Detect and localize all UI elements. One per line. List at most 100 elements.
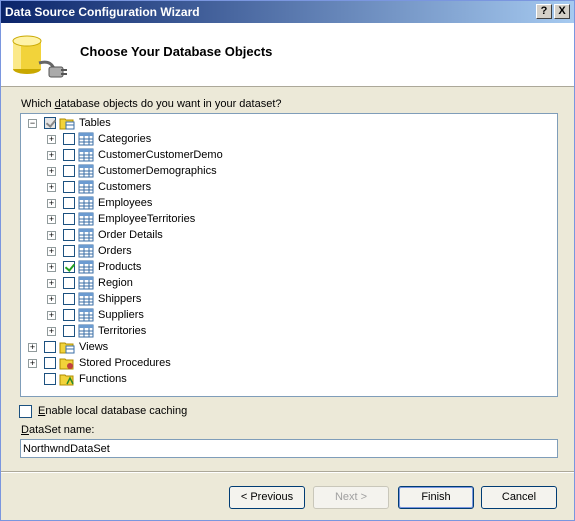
expand-toggle[interactable]: − — [28, 119, 37, 128]
node-label: Region — [98, 277, 133, 289]
node-checkbox[interactable] — [63, 133, 75, 145]
tree-node-table[interactable]: + Order Details — [21, 227, 551, 243]
tree-node-folder[interactable]: + Stored Procedures — [21, 355, 551, 371]
table-icon — [78, 276, 94, 290]
close-button[interactable]: X — [554, 4, 570, 19]
expand-toggle[interactable]: + — [47, 167, 56, 176]
database-objects-tree[interactable]: − Tables + Categories + CustomerCustomerDemo +… — [20, 113, 558, 397]
tree-node-table[interactable]: + Shippers — [21, 291, 551, 307]
table-icon — [78, 324, 94, 338]
expand-toggle[interactable]: + — [47, 215, 56, 224]
expand-toggle[interactable]: + — [47, 199, 56, 208]
node-label: Orders — [98, 245, 132, 257]
table-icon — [78, 196, 94, 210]
table-icon — [78, 164, 94, 178]
node-label: Customers — [98, 181, 152, 193]
node-label: Functions — [79, 373, 127, 385]
expand-toggle[interactable]: + — [47, 279, 56, 288]
tree-node-table[interactable]: + CustomerDemographics — [21, 163, 551, 179]
enable-caching-label[interactable]: Enable local database caching — [38, 405, 187, 417]
node-label: CustomerDemographics — [98, 165, 217, 177]
node-checkbox[interactable] — [63, 149, 75, 161]
node-checkbox[interactable] — [44, 341, 56, 353]
table-icon — [78, 260, 94, 274]
expand-toggle[interactable]: + — [47, 151, 56, 160]
help-button[interactable]: ? — [536, 4, 552, 19]
button-separator — [1, 471, 574, 473]
node-checkbox[interactable] — [63, 325, 75, 337]
expand-toggle[interactable]: + — [47, 247, 56, 256]
tree-node-tables[interactable]: − Tables — [21, 115, 551, 131]
finish-button[interactable]: Finish — [398, 486, 474, 509]
node-checkbox[interactable] — [63, 261, 75, 273]
node-label: Order Details — [98, 229, 163, 241]
node-checkbox[interactable] — [63, 277, 75, 289]
page-title: Choose Your Database Objects — [80, 44, 273, 59]
node-checkbox[interactable] — [44, 357, 56, 369]
expand-toggle[interactable]: + — [28, 359, 37, 368]
node-label: Territories — [98, 325, 147, 337]
tree-node-table[interactable]: + Products — [21, 259, 551, 275]
expand-toggle[interactable]: + — [47, 311, 56, 320]
expand-toggle[interactable]: + — [28, 343, 37, 352]
node-checkbox[interactable] — [63, 213, 75, 225]
expand-toggle[interactable]: + — [47, 295, 56, 304]
dataset-label-text: ataSet name: — [28, 424, 95, 436]
window-title: Data Source Configuration Wizard — [5, 5, 200, 19]
wizard-header: Choose Your Database Objects — [1, 23, 574, 87]
tree-node-table[interactable]: + EmployeeTerritories — [21, 211, 551, 227]
node-label: Stored Procedures — [79, 357, 171, 369]
node-label: Shippers — [98, 293, 142, 305]
dataset-accelerator: D — [21, 424, 29, 436]
node-label: Products — [98, 261, 142, 273]
table-icon — [78, 292, 94, 306]
node-checkbox[interactable] — [44, 373, 56, 385]
tree-node-table[interactable]: + Region — [21, 275, 551, 291]
database-plug-icon — [12, 35, 67, 78]
enable-caching-checkbox[interactable] — [19, 405, 32, 418]
title-bar: Data Source Configuration Wizard ? X — [1, 1, 574, 23]
tree-node-table[interactable]: + Suppliers — [21, 307, 551, 323]
table-icon — [78, 228, 94, 242]
functions-folder-icon — [59, 374, 74, 386]
stored-procedures-folder-icon — [59, 358, 74, 370]
node-label: Suppliers — [98, 309, 144, 321]
tree-node-table[interactable]: + CustomerCustomerDemo — [21, 147, 551, 163]
tree-node-table[interactable]: + Customers — [21, 179, 551, 195]
wizard-window: Data Source Configuration Wizard ? X Cho… — [0, 0, 575, 521]
expand-toggle[interactable]: + — [47, 263, 56, 272]
node-label: CustomerCustomerDemo — [98, 149, 223, 161]
tree-node-table[interactable]: + Territories — [21, 323, 551, 339]
node-checkbox[interactable] — [63, 293, 75, 305]
objects-prompt: Which database objects do you want in yo… — [21, 98, 282, 110]
tree-node-table[interactable]: + Employees — [21, 195, 551, 211]
table-icon — [78, 148, 94, 162]
node-checkbox[interactable] — [63, 197, 75, 209]
node-checkbox[interactable] — [63, 309, 75, 321]
tree-node-table[interactable]: + Orders — [21, 243, 551, 259]
node-label: Employees — [98, 197, 153, 209]
node-checkbox[interactable] — [63, 165, 75, 177]
node-checkbox[interactable] — [44, 117, 56, 129]
tree-node-folder[interactable]: + Views — [21, 339, 551, 355]
cancel-button[interactable]: Cancel — [481, 486, 557, 509]
expand-toggle[interactable]: + — [47, 183, 56, 192]
next-button[interactable]: Next > — [313, 486, 389, 509]
tree-node-table[interactable]: + Categories — [21, 131, 551, 147]
node-checkbox[interactable] — [63, 181, 75, 193]
dataset-name-input[interactable] — [20, 439, 558, 458]
expand-toggle[interactable]: + — [47, 231, 56, 240]
node-label: Tables — [79, 117, 111, 129]
node-label: Categories — [98, 133, 152, 145]
tree-node-folder[interactable]: Functions — [21, 371, 551, 387]
table-icon — [78, 180, 94, 194]
prompt-suffix: atabase objects do you want in your data… — [60, 98, 282, 110]
expand-toggle[interactable]: + — [47, 327, 56, 336]
expand-toggle[interactable]: + — [47, 135, 56, 144]
table-icon — [78, 308, 94, 322]
dataset-name-label: DataSet name: — [21, 424, 94, 436]
node-checkbox[interactable] — [63, 229, 75, 241]
tables-folder-icon — [59, 118, 75, 130]
node-checkbox[interactable] — [63, 245, 75, 257]
previous-button[interactable]: < Previous — [229, 486, 305, 509]
